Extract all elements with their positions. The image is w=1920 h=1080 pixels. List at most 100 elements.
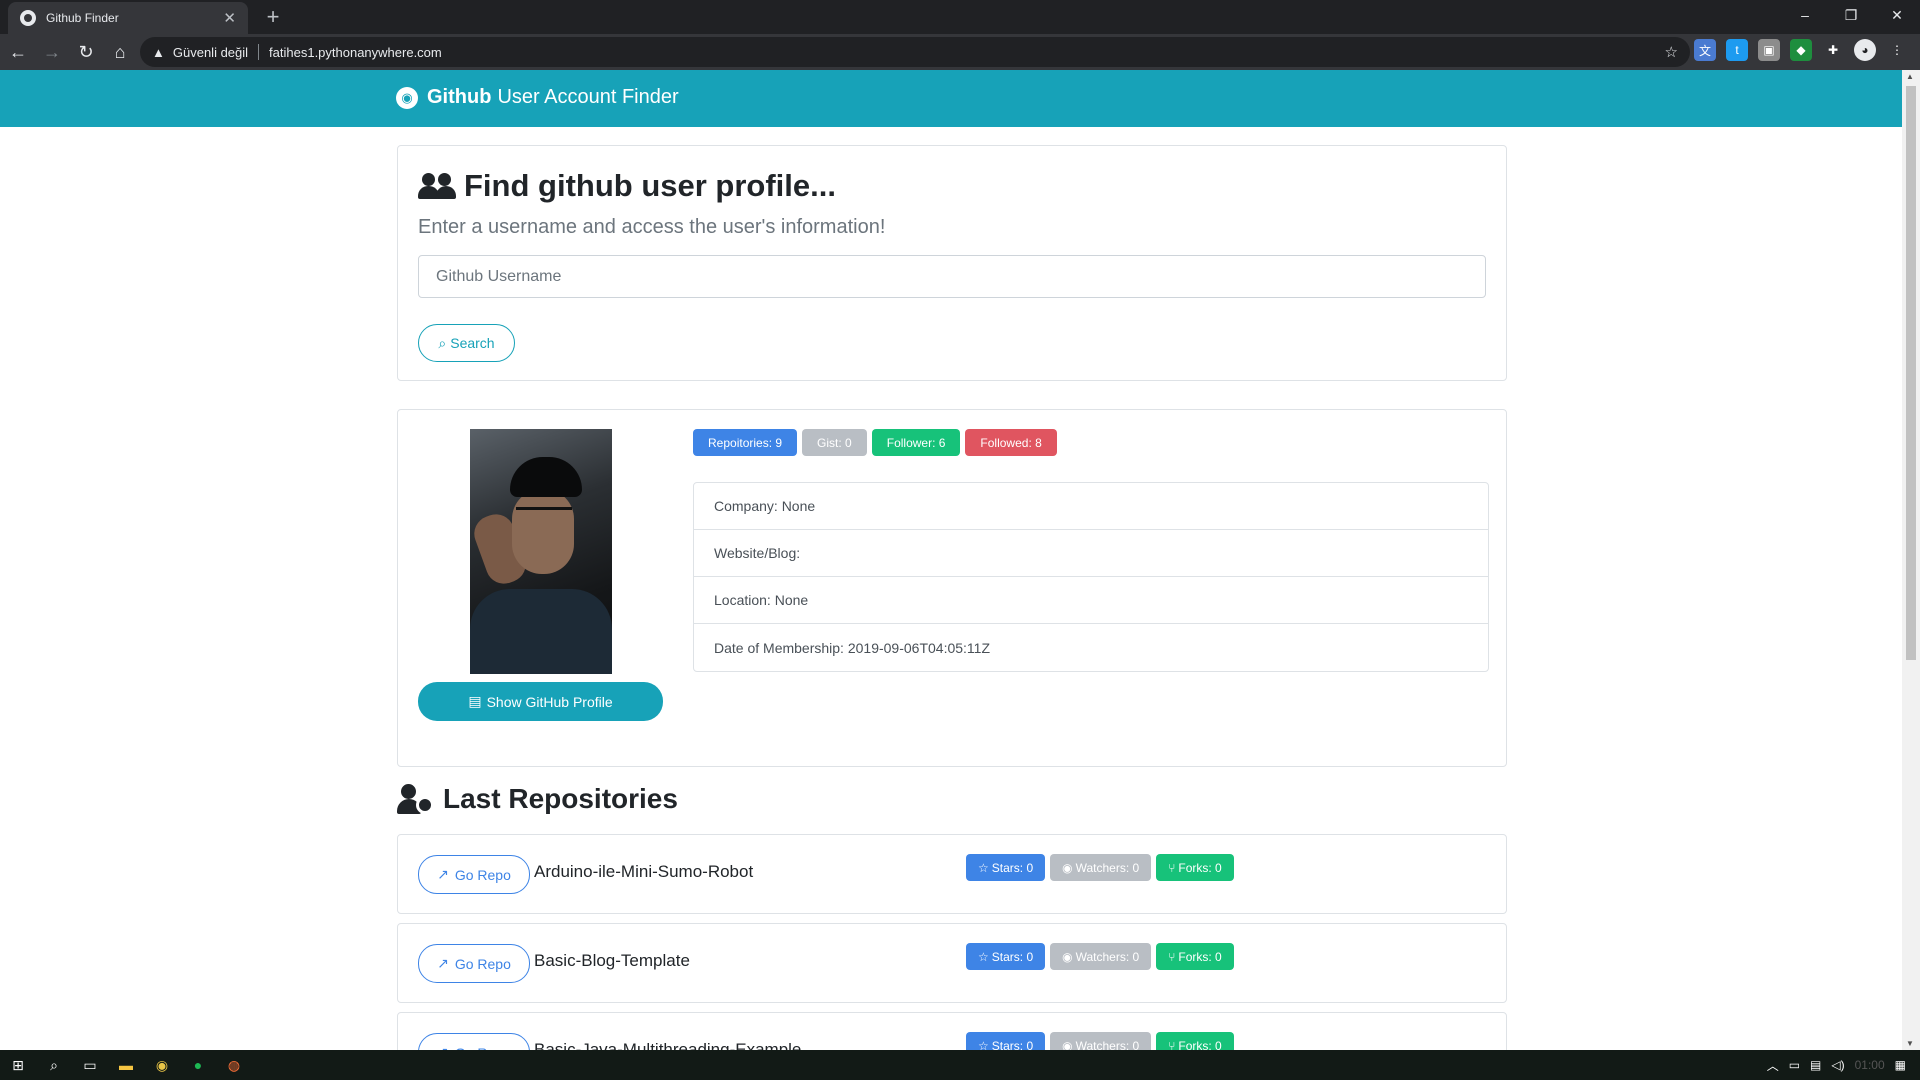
browser-tab[interactable]: Github Finder ✕ bbox=[8, 2, 248, 34]
fork-icon: ⑂ bbox=[1168, 860, 1176, 875]
chevron-up-icon[interactable]: ︿ bbox=[1767, 1057, 1779, 1074]
twitter-extension-icon[interactable]: t bbox=[1726, 39, 1748, 61]
address-bar[interactable]: ▲ Güvenli değil fatihes1.pythonanywhere.… bbox=[140, 37, 1690, 67]
repo-stats: ☆ Stars: 0 ◉ Watchers: 0 ⑂ Forks: 0 bbox=[966, 943, 1234, 970]
search-lead: Enter a username and access the user's i… bbox=[418, 216, 886, 238]
reload-button[interactable]: ↻ bbox=[70, 36, 102, 68]
profile-stats: Repoitories: 9 Gist: 0 Follower: 6 Follo… bbox=[693, 429, 1057, 456]
image-extension-icon[interactable]: ▣ bbox=[1758, 39, 1780, 61]
profile-details-list: Company: None Website/Blog: Location: No… bbox=[693, 482, 1489, 672]
forks-badge: ⑂ Forks: 0 bbox=[1156, 943, 1234, 970]
page-scrollbar[interactable]: ▲ ▼ bbox=[1902, 70, 1920, 1050]
forward-button[interactable]: → bbox=[36, 36, 68, 68]
globe-icon bbox=[20, 10, 36, 26]
bookmark-star-icon[interactable]: ☆ bbox=[1665, 43, 1678, 61]
tab-title: Github Finder bbox=[46, 11, 119, 25]
star-icon: ☆ bbox=[978, 1038, 989, 1051]
go-repo-button[interactable]: ↗ Go Repo bbox=[418, 855, 530, 894]
repo-card: ↗ Go Repo Arduino-ile-Mini-Sumo-Robot ☆ S… bbox=[397, 834, 1507, 914]
scroll-down-icon[interactable]: ▼ bbox=[1906, 1039, 1914, 1048]
stars-badge: ☆ Stars: 0 bbox=[966, 943, 1046, 970]
gist-badge: Gist: 0 bbox=[802, 429, 867, 456]
eye-icon: ◉ bbox=[1062, 860, 1073, 875]
stars-badge: ☆ Stars: 0 bbox=[966, 854, 1046, 881]
firefox-icon[interactable]: ◍ bbox=[216, 1050, 252, 1080]
scroll-up-icon[interactable]: ▲ bbox=[1906, 72, 1914, 81]
follower-badge: Follower: 6 bbox=[871, 429, 961, 456]
battery-icon[interactable]: ▭ bbox=[1789, 1058, 1800, 1072]
user-clock-icon bbox=[397, 784, 435, 814]
restore-button[interactable]: ❐ bbox=[1828, 0, 1874, 30]
location-item: Location: None bbox=[694, 577, 1488, 624]
browser-toolbar: ← → ↻ ⌂ ▲ Güvenli değil fatihes1.pythona… bbox=[0, 34, 1920, 70]
home-button[interactable]: ⌂ bbox=[104, 36, 136, 68]
eye-icon: ◉ bbox=[1062, 949, 1073, 964]
search-icon: ⌕ bbox=[438, 334, 447, 351]
star-icon: ☆ bbox=[978, 860, 989, 875]
repositories-badge: Repoitories: 9 bbox=[693, 429, 798, 456]
puzzle-extensions-icon[interactable]: ✚ bbox=[1822, 39, 1844, 61]
tab-close-icon[interactable]: ✕ bbox=[223, 9, 236, 27]
repo-name: Basic-Java-Multithreading-Example bbox=[534, 1040, 802, 1050]
os-taskbar: ⊞ ⌕ ▭ ▬ ◉ ● ◍ ︿ ▭ ▤ ◁) 01:00 ▦ bbox=[0, 1050, 1920, 1080]
search-button[interactable]: ⌕ Search bbox=[418, 324, 515, 362]
username-input[interactable] bbox=[418, 255, 1486, 298]
close-window-button[interactable]: ✕ bbox=[1874, 0, 1920, 30]
repos-heading-text: Last Repositories bbox=[443, 783, 678, 814]
translate-extension-icon[interactable]: 文 bbox=[1694, 39, 1716, 61]
windows-start-icon[interactable]: ⊞ bbox=[0, 1050, 36, 1080]
external-link-icon: ↗ bbox=[437, 955, 449, 971]
go-repo-label: Go Repo bbox=[454, 866, 511, 883]
system-tray: ︿ ▭ ▤ ◁) 01:00 ▦ bbox=[1767, 1050, 1906, 1080]
repo-name: Basic-Blog-Template bbox=[534, 951, 690, 970]
fork-icon: ⑂ bbox=[1168, 1038, 1176, 1051]
watchers-badge: ◉ Watchers: 0 bbox=[1050, 854, 1152, 881]
eye-icon: ◉ bbox=[1062, 1038, 1073, 1051]
id-card-icon: ▤ bbox=[468, 693, 482, 709]
fork-icon: ⑂ bbox=[1168, 949, 1176, 964]
file-explorer-icon[interactable]: ▬ bbox=[108, 1050, 144, 1080]
forks-badge: ⑂ Forks: 0 bbox=[1156, 854, 1234, 881]
extension-bar: 文 t ▣ ◆ ✚ ◕ ⋮ bbox=[1694, 39, 1908, 61]
brand-text: User Account Finder bbox=[497, 86, 679, 108]
profile-card: ▤ Show GitHub Profile Repoitories: 9 Gis… bbox=[397, 409, 1507, 767]
scrollbar-thumb[interactable] bbox=[1906, 86, 1916, 660]
navbar-brand[interactable]: ◉ Github User Account Finder bbox=[396, 86, 679, 109]
search-heading: Find github user profile... bbox=[418, 168, 836, 204]
spotify-icon[interactable]: ● bbox=[180, 1050, 216, 1080]
minimize-button[interactable]: – bbox=[1782, 0, 1828, 30]
go-repo-button[interactable]: ↗ Go Repo bbox=[418, 944, 530, 983]
search-icon[interactable]: ⌕ bbox=[36, 1050, 72, 1080]
chrome-icon[interactable]: ◉ bbox=[144, 1050, 180, 1080]
menu-kebab-icon[interactable]: ⋮ bbox=[1886, 39, 1908, 61]
show-github-profile-button[interactable]: ▤ Show GitHub Profile bbox=[418, 682, 663, 721]
shield-extension-icon[interactable]: ◆ bbox=[1790, 39, 1812, 61]
profile-avatar-icon[interactable]: ◕ bbox=[1854, 39, 1876, 61]
repo-card: ↗ Go Repo Basic-Java-Multithreading-Exam… bbox=[397, 1012, 1507, 1050]
watchers-label: Watchers: 0 bbox=[1075, 860, 1140, 875]
task-view-icon[interactable]: ▭ bbox=[72, 1050, 108, 1080]
stars-label: Stars: 0 bbox=[991, 860, 1034, 875]
watchers-label: Watchers: 0 bbox=[1075, 949, 1140, 964]
forks-badge: ⑂ Forks: 0 bbox=[1156, 1032, 1234, 1050]
new-tab-button[interactable]: + bbox=[260, 4, 286, 30]
membership-date-item: Date of Membership: 2019-09-06T04:05:11Z bbox=[714, 639, 991, 656]
go-repo-button[interactable]: ↗ Go Repo bbox=[418, 1033, 530, 1050]
star-icon: ☆ bbox=[978, 949, 989, 964]
network-icon[interactable]: ▤ bbox=[1810, 1058, 1821, 1072]
warning-icon: ▲ bbox=[152, 44, 165, 60]
followed-badge: Followed: 8 bbox=[965, 429, 1057, 456]
users-icon bbox=[418, 173, 456, 199]
repos-heading: Last Repositories bbox=[397, 783, 678, 815]
go-repo-label: Go Repo bbox=[454, 955, 511, 972]
back-button[interactable]: ← bbox=[2, 36, 34, 68]
browser-tab-strip: Github Finder ✕ + – ❐ ✕ bbox=[0, 0, 1920, 34]
security-label: Güvenli değil bbox=[172, 44, 249, 60]
clock[interactable]: 01:00 bbox=[1855, 1058, 1885, 1072]
watchers-badge: ◉ Watchers: 0 bbox=[1050, 943, 1152, 970]
notifications-icon[interactable]: ▦ bbox=[1895, 1058, 1906, 1072]
forks-label: Forks: 0 bbox=[1178, 1038, 1222, 1051]
volume-icon[interactable]: ◁) bbox=[1831, 1058, 1844, 1072]
repo-stats: ☆ Stars: 0 ◉ Watchers: 0 ⑂ Forks: 0 bbox=[966, 1032, 1234, 1050]
divider bbox=[258, 44, 260, 60]
